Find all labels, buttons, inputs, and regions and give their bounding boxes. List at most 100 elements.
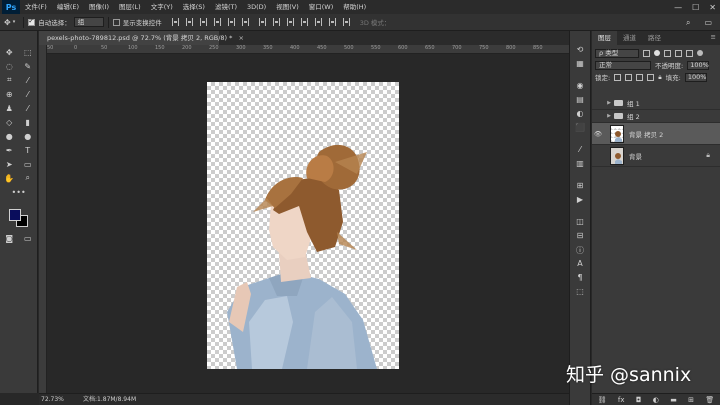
menu-select[interactable]: 选择(S) xyxy=(178,0,210,14)
tab-paths[interactable]: 路径 xyxy=(642,31,667,45)
chevron-down-icon[interactable]: ▾ xyxy=(13,19,16,25)
lock-paint-icon[interactable] xyxy=(625,73,633,81)
canvas-area[interactable] xyxy=(48,55,569,393)
blur-tool-icon[interactable]: ● xyxy=(2,132,16,141)
dodge-tool-icon[interactable]: ● xyxy=(21,132,35,141)
paragraph-icon[interactable]: ¶ xyxy=(570,273,590,287)
lock-pixels-icon[interactable] xyxy=(614,73,622,81)
filter-smart-icon[interactable] xyxy=(686,49,693,57)
menu-type[interactable]: 文字(Y) xyxy=(146,0,178,14)
actions-icon[interactable]: ▶ xyxy=(570,195,590,209)
align-top-icon[interactable] xyxy=(171,18,179,26)
zoom-level[interactable]: 72.73% xyxy=(39,394,79,405)
menu-help[interactable]: 帮助(H) xyxy=(338,0,371,14)
path-select-tool-icon[interactable]: ➤ xyxy=(2,160,16,169)
vertical-ruler[interactable] xyxy=(39,45,47,393)
crop-tool-icon[interactable]: ⌗ xyxy=(2,75,16,85)
align-vcenter-icon[interactable] xyxy=(185,18,193,26)
clone-source-icon[interactable]: ⊞ xyxy=(570,181,590,195)
document-info[interactable]: 文档:1.87M/8.94M xyxy=(79,394,136,405)
marquee-tool-icon[interactable]: ⬚ xyxy=(21,48,35,57)
distribute-bottom-icon[interactable] xyxy=(286,18,294,26)
quick-mask-icon[interactable]: ◙ xyxy=(2,234,16,243)
move-tool-icon[interactable]: ✥ xyxy=(4,18,11,27)
navigator-icon[interactable]: ⊟ xyxy=(570,231,590,245)
more-tools-icon[interactable]: ••• xyxy=(12,188,26,197)
type-tool-icon[interactable]: T xyxy=(21,146,35,155)
layer-name[interactable]: 组 1 xyxy=(627,98,640,108)
clone-stamp-tool-icon[interactable]: ♟ xyxy=(2,104,16,113)
search-icon[interactable]: ⌕ xyxy=(686,18,690,28)
panel-menu-icon[interactable]: ≡ xyxy=(711,33,716,41)
styles-icon[interactable]: ⬛ xyxy=(570,123,590,137)
tab-layers[interactable]: 图层 xyxy=(592,31,617,45)
pen-tool-icon[interactable]: ✒ xyxy=(2,146,16,155)
blend-mode-dropdown[interactable]: 正常 xyxy=(595,60,651,70)
history-brush-tool-icon[interactable]: ⁄ xyxy=(21,104,35,113)
align-left-icon[interactable] xyxy=(213,18,221,26)
layer-filter-dropdown[interactable]: ρ 类型 xyxy=(595,48,639,58)
layer-comps-icon[interactable]: ◫ xyxy=(570,217,590,231)
distribute-hcenter-icon[interactable] xyxy=(314,18,322,26)
lock-all-icon[interactable]: 🔒︎ xyxy=(658,73,661,82)
show-transform-checkbox[interactable] xyxy=(112,18,120,26)
filter-toggle-icon[interactable] xyxy=(697,50,703,56)
healing-brush-tool-icon[interactable]: ⊕ xyxy=(2,90,16,99)
layer-name[interactable]: 背景 拷贝 2 xyxy=(629,129,663,139)
info-icon[interactable]: ⓘ xyxy=(570,245,590,259)
filter-adjust-icon[interactable] xyxy=(654,50,660,56)
auto-select-option[interactable]: 自动选择： xyxy=(28,17,71,27)
auto-select-dropdown[interactable]: 组 xyxy=(73,17,104,27)
layer-row-group-2[interactable]: ▶ 组 2 xyxy=(592,110,720,123)
close-icon[interactable]: × xyxy=(238,34,243,42)
layer-style-icon[interactable]: fx xyxy=(618,396,625,404)
hand-tool-icon[interactable]: ✋ xyxy=(2,174,16,183)
distribute-right-icon[interactable] xyxy=(328,18,336,26)
add-mask-icon[interactable]: ◘ xyxy=(636,396,642,404)
auto-select-checkbox[interactable] xyxy=(28,17,36,26)
maximize-button[interactable]: ☐ xyxy=(692,3,699,12)
color-icon[interactable]: ◉ xyxy=(570,81,590,95)
align-hcenter-icon[interactable] xyxy=(227,18,235,26)
filter-pixel-icon[interactable] xyxy=(643,49,650,57)
workspace-icon[interactable]: ▭ xyxy=(704,18,712,27)
adjustment-layer-icon[interactable]: ◐ xyxy=(653,396,659,404)
layer-row-background-copy-2[interactable]: 👁︎ 背景 拷贝 2 xyxy=(592,123,720,145)
minimize-button[interactable]: — xyxy=(674,3,682,12)
close-window-button[interactable]: ✕ xyxy=(709,3,716,12)
foreground-color-swatch[interactable] xyxy=(9,209,21,221)
eye-icon[interactable]: 👁︎ xyxy=(592,130,604,138)
distribute-vcenter-icon[interactable] xyxy=(272,18,280,26)
link-layers-icon[interactable]: ⛓ xyxy=(598,396,607,404)
lock-artboard-icon[interactable] xyxy=(647,73,655,81)
layer-name[interactable]: 背景 xyxy=(629,151,642,161)
eyedropper-tool-icon[interactable]: ⁄ xyxy=(21,76,35,85)
align-right-icon[interactable] xyxy=(241,18,249,26)
character-icon[interactable]: A xyxy=(570,259,590,273)
tab-channels[interactable]: 通道 xyxy=(617,31,642,45)
brush-tool-icon[interactable]: ⁄ xyxy=(21,90,35,99)
lasso-tool-icon[interactable]: ◌ xyxy=(2,62,16,71)
show-transform-option[interactable]: 显示变换控件 xyxy=(112,17,162,27)
lock-position-icon[interactable] xyxy=(636,73,644,81)
distribute-top-icon[interactable] xyxy=(258,18,266,26)
properties-icon[interactable]: ▦ xyxy=(570,59,590,73)
align-bottom-icon[interactable] xyxy=(199,18,207,26)
menu-layer[interactable]: 图层(L) xyxy=(114,0,146,14)
horizontal-ruler[interactable]: 50 0 50 100 150 200 250 300 350 400 450 500 550 600 65… xyxy=(47,45,569,54)
menu-image[interactable]: 图像(I) xyxy=(84,0,114,14)
menu-window[interactable]: 窗口(W) xyxy=(304,0,339,14)
auto-align-icon[interactable] xyxy=(342,18,350,26)
layer-row-group-1[interactable]: ▶ 组 1 xyxy=(592,97,720,110)
menu-edit[interactable]: 编辑(E) xyxy=(52,0,84,14)
layer-name[interactable]: 组 2 xyxy=(627,111,640,121)
brushes-icon[interactable]: ▥ xyxy=(570,159,590,173)
menu-view[interactable]: 视图(V) xyxy=(271,0,304,14)
swatches-icon[interactable]: ▤ xyxy=(570,95,590,109)
screen-mode-icon[interactable]: ▭ xyxy=(21,234,35,243)
new-group-icon[interactable]: ▬ xyxy=(670,396,677,404)
new-layer-icon[interactable]: ⊞ xyxy=(688,396,694,404)
glyphs-icon[interactable]: ⬚ xyxy=(570,287,590,301)
fill-field[interactable]: 100% xyxy=(684,72,707,82)
brush-settings-icon[interactable]: ⁄ xyxy=(570,145,590,159)
